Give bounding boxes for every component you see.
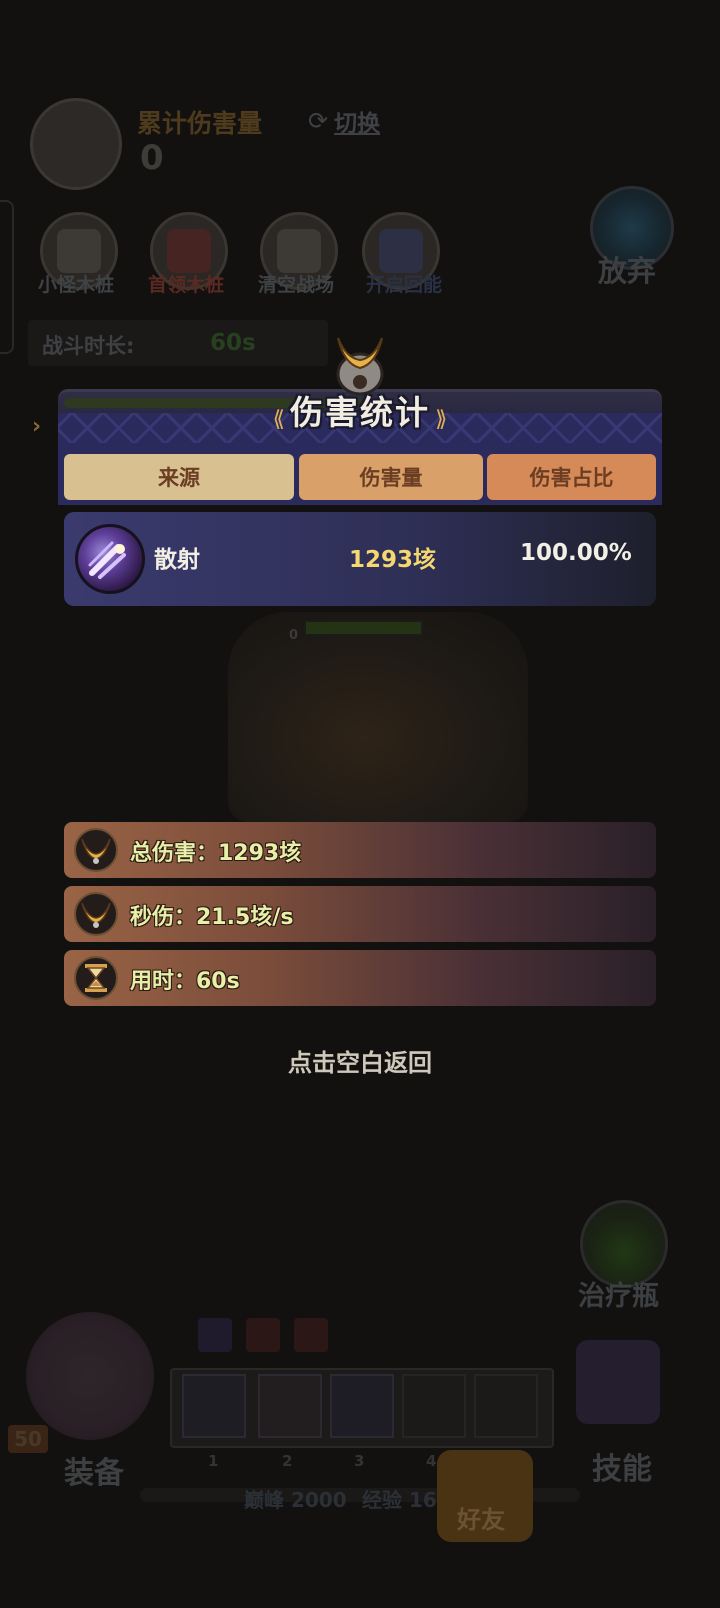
modal-title: 伤害统计 [290,393,430,432]
column-header-damage: 伤害量 [299,454,483,500]
buff-icon-2 [246,1318,280,1352]
stat-dps-text: 秒伤：21.5垓/s [130,905,294,930]
boss-hp-value: 0 [289,628,299,643]
game-background: 累计伤害量 0 ⟳ 切换 小怪木桩 首领木桩 清空战场 开启回能 放弃 战斗时长… [0,0,720,1608]
row-damage: 1293垓 [349,547,437,573]
equip-avatar[interactable] [26,1312,154,1440]
hourglass-icon [74,956,118,1000]
skill-slot-1[interactable] [182,1374,246,1438]
level-badge: 50 [8,1425,48,1453]
damage-total-value: 0 [140,138,164,178]
peak-label: 巅峰 2000 [244,1488,347,1512]
equip-label[interactable]: 装备 [64,1448,124,1492]
slot-number-2: 2 [282,1452,293,1470]
modal-title-wrap: ⟪ 伤害统计 ⟫ [0,386,720,434]
slot-number-3: 3 [354,1452,365,1470]
crown-icon [74,892,118,936]
boss-hp-bar [304,620,423,636]
slot-number-4: 4 [426,1452,437,1470]
player-avatar [30,98,122,190]
skill-book-icon[interactable] [576,1340,660,1424]
stat-time-used-text: 用时：60s [130,969,240,994]
battle-time-value: 60s [210,330,256,356]
switch-button[interactable]: ⟳ 切换 [308,106,381,137]
buff-icon-3 [294,1318,328,1352]
energy-regen-label: 开启回能 [365,274,442,296]
skill-slot-5[interactable] [474,1374,538,1438]
boss-dummy-label: 首领木桩 [147,274,224,296]
side-arrow-icon: › [32,414,42,439]
friends-button[interactable]: 好友 [437,1450,533,1542]
stat-dps: 秒伤：21.5垓/s [64,886,656,942]
right-wing-icon: ⟫ [435,407,448,432]
row-percent: 100.00% [520,540,632,566]
stat-total-damage: 总伤害：1293垓 [64,822,656,878]
battle-time-label: 战斗时长: [42,334,135,358]
column-header-percent: 伤害占比 [487,454,656,500]
tap-blank-to-return-hint[interactable]: 点击空白返回 [0,1043,720,1078]
left-wing-icon: ⟪ [272,407,285,432]
stat-total-damage-text: 总伤害：1293垓 [130,841,302,866]
skill-label[interactable]: 技能 [592,1444,652,1488]
row-source: 散射 [154,547,200,573]
clear-field-label: 清空战场 [257,274,334,296]
skill-slot-3[interactable] [330,1374,394,1438]
skill-slot-2[interactable] [258,1374,322,1438]
switch-label: 切换 [334,111,381,137]
refresh-icon: ⟳ [308,107,329,135]
damage-total-label: 累计伤害量 [137,109,263,138]
skill-slot-4[interactable] [402,1374,466,1438]
potion-label[interactable]: 治疗瓶 [578,1274,659,1313]
slot-number-1: 1 [208,1452,219,1470]
friends-label: 好友 [457,1506,505,1534]
stat-time-used: 用时：60s [64,950,656,1006]
left-edge-panel [0,200,14,354]
buff-icon-1 [198,1318,232,1352]
abandon-label[interactable]: 放弃 [598,248,656,290]
minion-dummy-label: 小怪木桩 [37,274,114,296]
crown-icon [74,828,118,872]
scatter-shot-icon [75,524,145,594]
column-header-source: 来源 [64,454,294,500]
boss-figure [228,612,528,822]
